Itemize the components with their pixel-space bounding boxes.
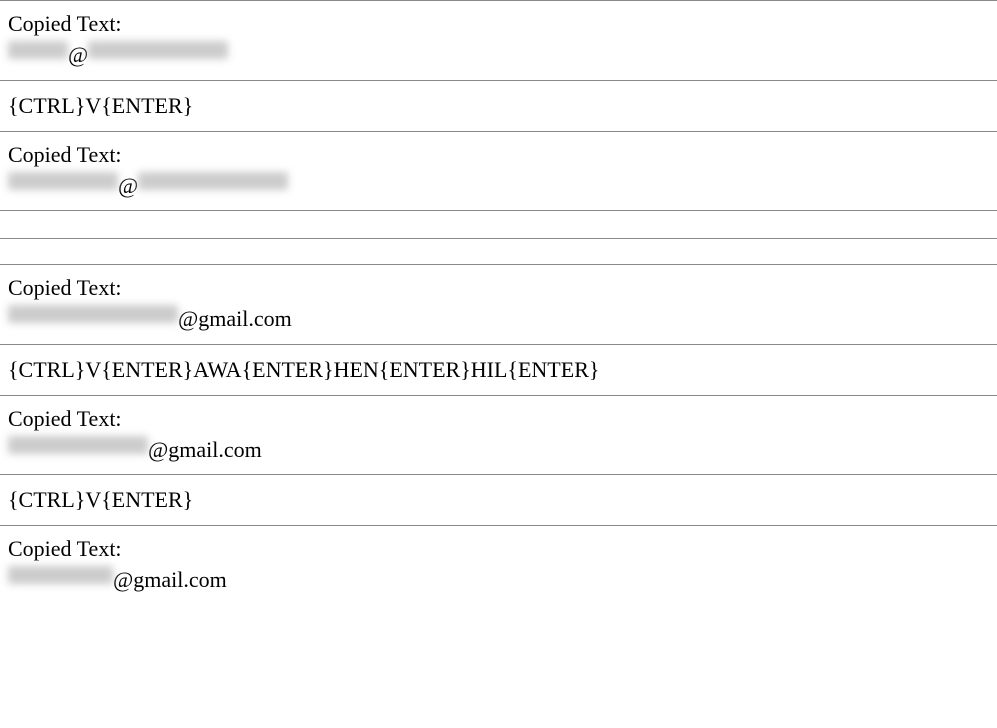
redacted-segment: x [8, 436, 148, 454]
copied-text-label: Copied Text: [8, 275, 989, 301]
visible-text-segment: @ [68, 41, 88, 70]
copied-text-entry: Copied Text: x@gmail.com [0, 395, 997, 475]
copied-text-value: x@gmail.com [8, 566, 989, 595]
redacted-segment: x [8, 172, 118, 190]
visible-text-segment: @ [118, 172, 138, 201]
visible-text-segment: @gmail.com [178, 305, 292, 334]
copied-text-value: x@x [8, 172, 989, 201]
redacted-segment: x [8, 566, 113, 584]
redacted-segment: x [8, 41, 68, 59]
copied-text-label: Copied Text: [8, 11, 989, 37]
copied-text-label: Copied Text: [8, 142, 989, 168]
log-entries-container: Copied Text:x@x{CTRL}V{ENTER}Copied Text… [0, 0, 997, 605]
copied-text-entry: Copied Text: x@gmail.com [0, 525, 997, 605]
redacted-segment: x [138, 172, 288, 190]
redacted-segment: x [88, 41, 228, 59]
copied-text-entry: Copied Text: x@x [0, 131, 997, 211]
copied-text-label: Copied Text: [8, 406, 989, 432]
keystroke-text: {CTRL}V{ENTER} [8, 93, 193, 118]
copied-text-entry: Copied Text: x@x [0, 0, 997, 80]
visible-text-segment: @gmail.com [148, 436, 262, 465]
keystroke-entry: {CTRL}V{ENTER} [0, 474, 997, 525]
keystroke-entry: {CTRL}V{ENTER} [0, 80, 997, 131]
copied-text-value: x@x [8, 41, 989, 70]
copied-text-entry: Copied Text: x@gmail.com [0, 264, 997, 344]
keystroke-text: {CTRL}V{ENTER} [8, 487, 193, 512]
copied-text-value: x@gmail.com [8, 305, 989, 334]
visible-text-segment: @gmail.com [113, 566, 227, 595]
keystroke-text: {CTRL}V{ENTER}AWA{ENTER}HEN{ENTER}HIL{EN… [8, 357, 599, 382]
keystroke-entry: {CTRL}V{ENTER}AWA{ENTER}HEN{ENTER}HIL{EN… [0, 344, 997, 395]
copied-text-label: Copied Text: [8, 536, 989, 562]
redacted-segment: x [8, 305, 178, 323]
empty-row [0, 238, 997, 264]
spacer-row [0, 210, 997, 238]
copied-text-value: x@gmail.com [8, 436, 989, 465]
